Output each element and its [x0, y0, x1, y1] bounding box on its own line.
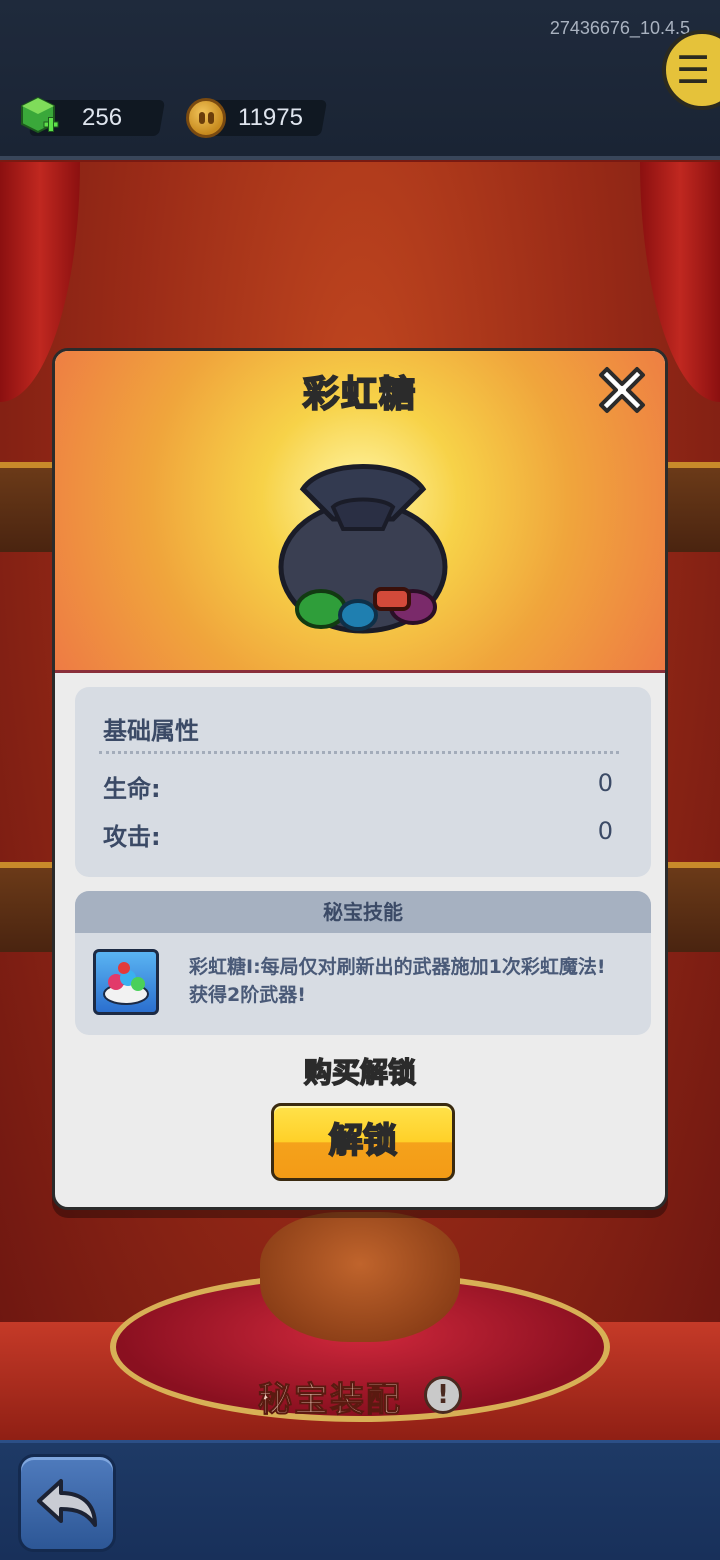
attribute-value: 0	[597, 817, 613, 845]
attributes-heading: 基础属性	[103, 717, 199, 745]
info-exclamation-icon[interactable]: !	[424, 1376, 462, 1414]
treasure-skill-panel: 秘宝技能 彩虹糖Ⅰ:每局仅对刷新出的武器施加1次彩虹魔法!获得2阶武器!	[75, 891, 651, 1035]
modal-title: 彩虹糖	[302, 373, 417, 416]
back-arrow-icon	[37, 1479, 97, 1527]
unlock-button[interactable]: 解锁	[271, 1103, 455, 1181]
top-bar: 27436676_10.4.5 ☰ 256 11975	[0, 0, 720, 160]
rainbow-candy-bowl-icon[interactable]	[93, 949, 159, 1015]
version-label: 27436676_10.4.5	[549, 18, 690, 38]
attribute-value: 0	[597, 769, 613, 797]
skill-heading: 秘宝技能	[75, 891, 651, 933]
close-x-icon[interactable]	[597, 365, 647, 415]
purchase-unlock-label: 购买解锁	[303, 1055, 417, 1090]
gem-count: 256	[82, 104, 123, 131]
coin-count: 11975	[238, 104, 303, 131]
attribute-label: 攻击:	[103, 823, 161, 851]
attribute-row-attack: 攻击: 0	[103, 817, 613, 851]
treasure-equip-label[interactable]: 秘宝装配	[258, 1372, 402, 1421]
dotted-divider	[99, 751, 619, 754]
skill-description: 彩虹糖Ⅰ:每局仅对刷新出的武器施加1次彩虹魔法!获得2阶武器!	[189, 956, 606, 1006]
modal-header: 彩虹糖	[55, 351, 665, 673]
back-button[interactable]	[18, 1454, 116, 1552]
treasure-pot-image	[260, 1212, 460, 1342]
base-attributes-panel: 基础属性 生命: 0 攻击: 0	[75, 687, 651, 877]
corner-menu-icon[interactable]: ☰	[662, 30, 720, 110]
candy-bag-icon	[278, 464, 448, 634]
item-detail-modal: 彩虹糖 基础属性 生命: 0 攻击: 0 秘宝技能 彩虹糖Ⅰ:每局仅对刷新出的武…	[52, 348, 668, 1210]
green-gem-plus-icon[interactable]	[20, 96, 60, 138]
gold-coin-icon	[186, 98, 226, 138]
attribute-row-hp: 生命: 0	[103, 769, 613, 803]
attribute-label: 生命:	[103, 775, 161, 803]
